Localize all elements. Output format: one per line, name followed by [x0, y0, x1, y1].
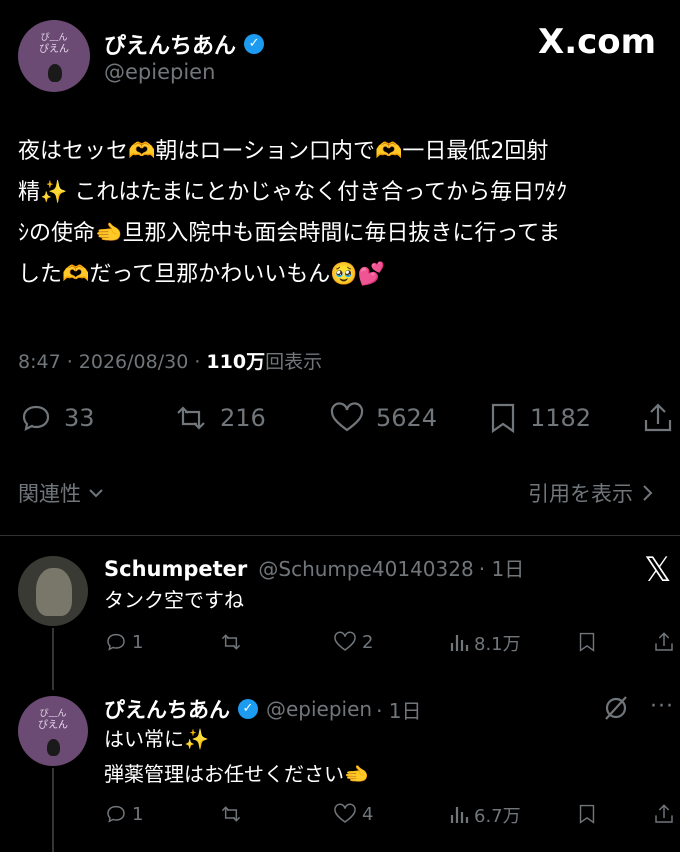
heart-icon	[334, 631, 356, 651]
bookmark-icon	[491, 403, 515, 434]
grok-icon[interactable]	[602, 694, 630, 726]
tweet-line: 夜はセッセ🫶朝はローション口内で🫶一日最低2回射	[18, 139, 549, 164]
tweet-timestamp-row: 8:47 · 2026/08/30 · 110万回表示	[18, 347, 322, 374]
bookmark-icon	[579, 632, 595, 652]
heart-icon	[330, 402, 364, 432]
reply-bookmark-button[interactable]	[576, 802, 598, 826]
reply-like-count: 2	[362, 631, 374, 653]
reply-view-count: 8.1万	[474, 634, 521, 655]
reply-text: はい常に✨ 弾薬管理はお任せください🫲	[104, 722, 369, 792]
chevron-right-icon	[643, 485, 653, 501]
reply-line: はい常に✨	[104, 727, 209, 751]
share-icon	[655, 804, 673, 823]
author-avatar[interactable]: ぴ﹏ん ぴえん	[18, 20, 90, 92]
reply-bookmark-button[interactable]	[576, 630, 598, 654]
tweet-line: 精✨ これはたまにとかじゃなく付き合ってから毎日ﾜﾀｸ	[18, 180, 568, 205]
like-button[interactable]: 5624	[328, 400, 437, 436]
reply-author-handle[interactable]: @epiepien	[266, 697, 372, 721]
tweet-text: 夜はセッセ🫶朝はローション口内で🫶一日最低2回射 精✨ これはたまにとかじゃなく…	[18, 131, 668, 295]
reply-icon	[107, 633, 125, 651]
analytics-icon	[450, 807, 469, 823]
reply-icon	[107, 805, 125, 823]
tweet-line: した🫶だって旦那かわいいもん🥹💕	[18, 262, 386, 287]
avatar-bird-icon	[47, 739, 60, 756]
retweet-icon	[221, 634, 241, 650]
avatar-text: ぴえん	[38, 720, 68, 731]
retweet-button[interactable]: 216	[172, 400, 266, 436]
bookmark-icon	[579, 804, 595, 824]
verified-badge-icon: ✓	[244, 34, 265, 54]
avatar-bird-icon	[48, 64, 62, 82]
bookmark-button[interactable]: 1182	[486, 400, 591, 436]
retweet-icon	[221, 806, 241, 822]
reply-views-button[interactable]: 8.1万	[448, 630, 521, 656]
avatar-portrait	[36, 568, 72, 616]
reply-reply-count: 1	[132, 631, 144, 653]
reply-reply-count: 1	[132, 803, 144, 825]
reply-count: 33	[64, 404, 95, 432]
reply-author-name[interactable]: ぴえんちあん	[104, 694, 230, 724]
reply-view-count: 6.7万	[474, 806, 521, 827]
verified-badge-icon: ✓	[238, 699, 258, 719]
share-icon	[655, 632, 673, 651]
author-name[interactable]: ぴえんちあん	[104, 28, 236, 60]
reply-like-button[interactable]: 2	[332, 630, 373, 654]
share-icon	[644, 403, 672, 432]
more-options-icon[interactable]: ···	[650, 694, 674, 719]
sort-label: 関連性	[18, 482, 81, 506]
reply-line: タンク空ですね	[104, 588, 244, 612]
bookmark-count: 1182	[530, 404, 592, 432]
brand-label: X.com	[538, 22, 657, 62]
reply-author-name[interactable]: Schumpeter	[104, 557, 247, 581]
tweet-line: ｼの使命🫲旦那入院中も面会時間に毎日抜きに行ってま	[18, 221, 561, 246]
view-count: 110万	[206, 351, 266, 373]
reply-reply-button[interactable]: 1	[104, 630, 143, 654]
heart-icon	[334, 803, 356, 823]
thread-line	[52, 768, 54, 852]
reply-like-button[interactable]: 4	[332, 802, 373, 826]
reply-like-count: 4	[362, 803, 374, 825]
reply-retweet-button[interactable]	[218, 802, 244, 826]
reply-header: Schumpeter @Schumpe40140328 · 1日	[104, 553, 524, 582]
sort-relevance-dropdown[interactable]: 関連性	[18, 478, 105, 508]
view-label: 回表示	[265, 351, 323, 373]
reply-avatar[interactable]	[18, 556, 88, 626]
view-quotes-link[interactable]: 引用を表示	[528, 478, 655, 508]
reply-header: ぴえんちあん ✓ @epiepien · 1日	[104, 694, 422, 724]
avatar-text: ぴえん	[39, 44, 69, 55]
reply-reply-button[interactable]: 1	[104, 802, 143, 826]
analytics-icon	[450, 635, 469, 651]
quotes-label: 引用を表示	[528, 482, 633, 506]
retweet-count: 216	[220, 404, 266, 432]
reply-button[interactable]: 33	[18, 400, 95, 436]
author-handle[interactable]: @epiepien	[104, 60, 215, 84]
reply-time[interactable]: · 1日	[479, 557, 524, 581]
like-count: 5624	[376, 404, 438, 432]
reply-share-button[interactable]	[652, 630, 676, 654]
reply-share-button[interactable]	[652, 802, 676, 826]
tweet-time[interactable]: 8:47 · 2026/08/30 ·	[18, 351, 206, 373]
reply-line: 弾薬管理はお任せください🫲	[104, 762, 369, 786]
thread-line	[52, 628, 54, 690]
x-logo-icon: 𝕏	[644, 550, 672, 590]
share-button[interactable]	[640, 400, 676, 436]
reply-retweet-button[interactable]	[218, 630, 244, 654]
reply-avatar[interactable]: ぴ﹏ん ぴえん	[18, 696, 88, 766]
reply-icon	[22, 405, 50, 431]
reply-text: タンク空ですね	[104, 583, 244, 618]
chevron-down-icon	[89, 489, 103, 498]
reply-author-handle[interactable]: @Schumpe40140328	[258, 557, 473, 581]
divider	[0, 535, 680, 536]
reply-time[interactable]: · 1日	[376, 695, 421, 724]
reply-views-button[interactable]: 6.7万	[448, 802, 521, 828]
retweet-icon	[177, 406, 205, 430]
